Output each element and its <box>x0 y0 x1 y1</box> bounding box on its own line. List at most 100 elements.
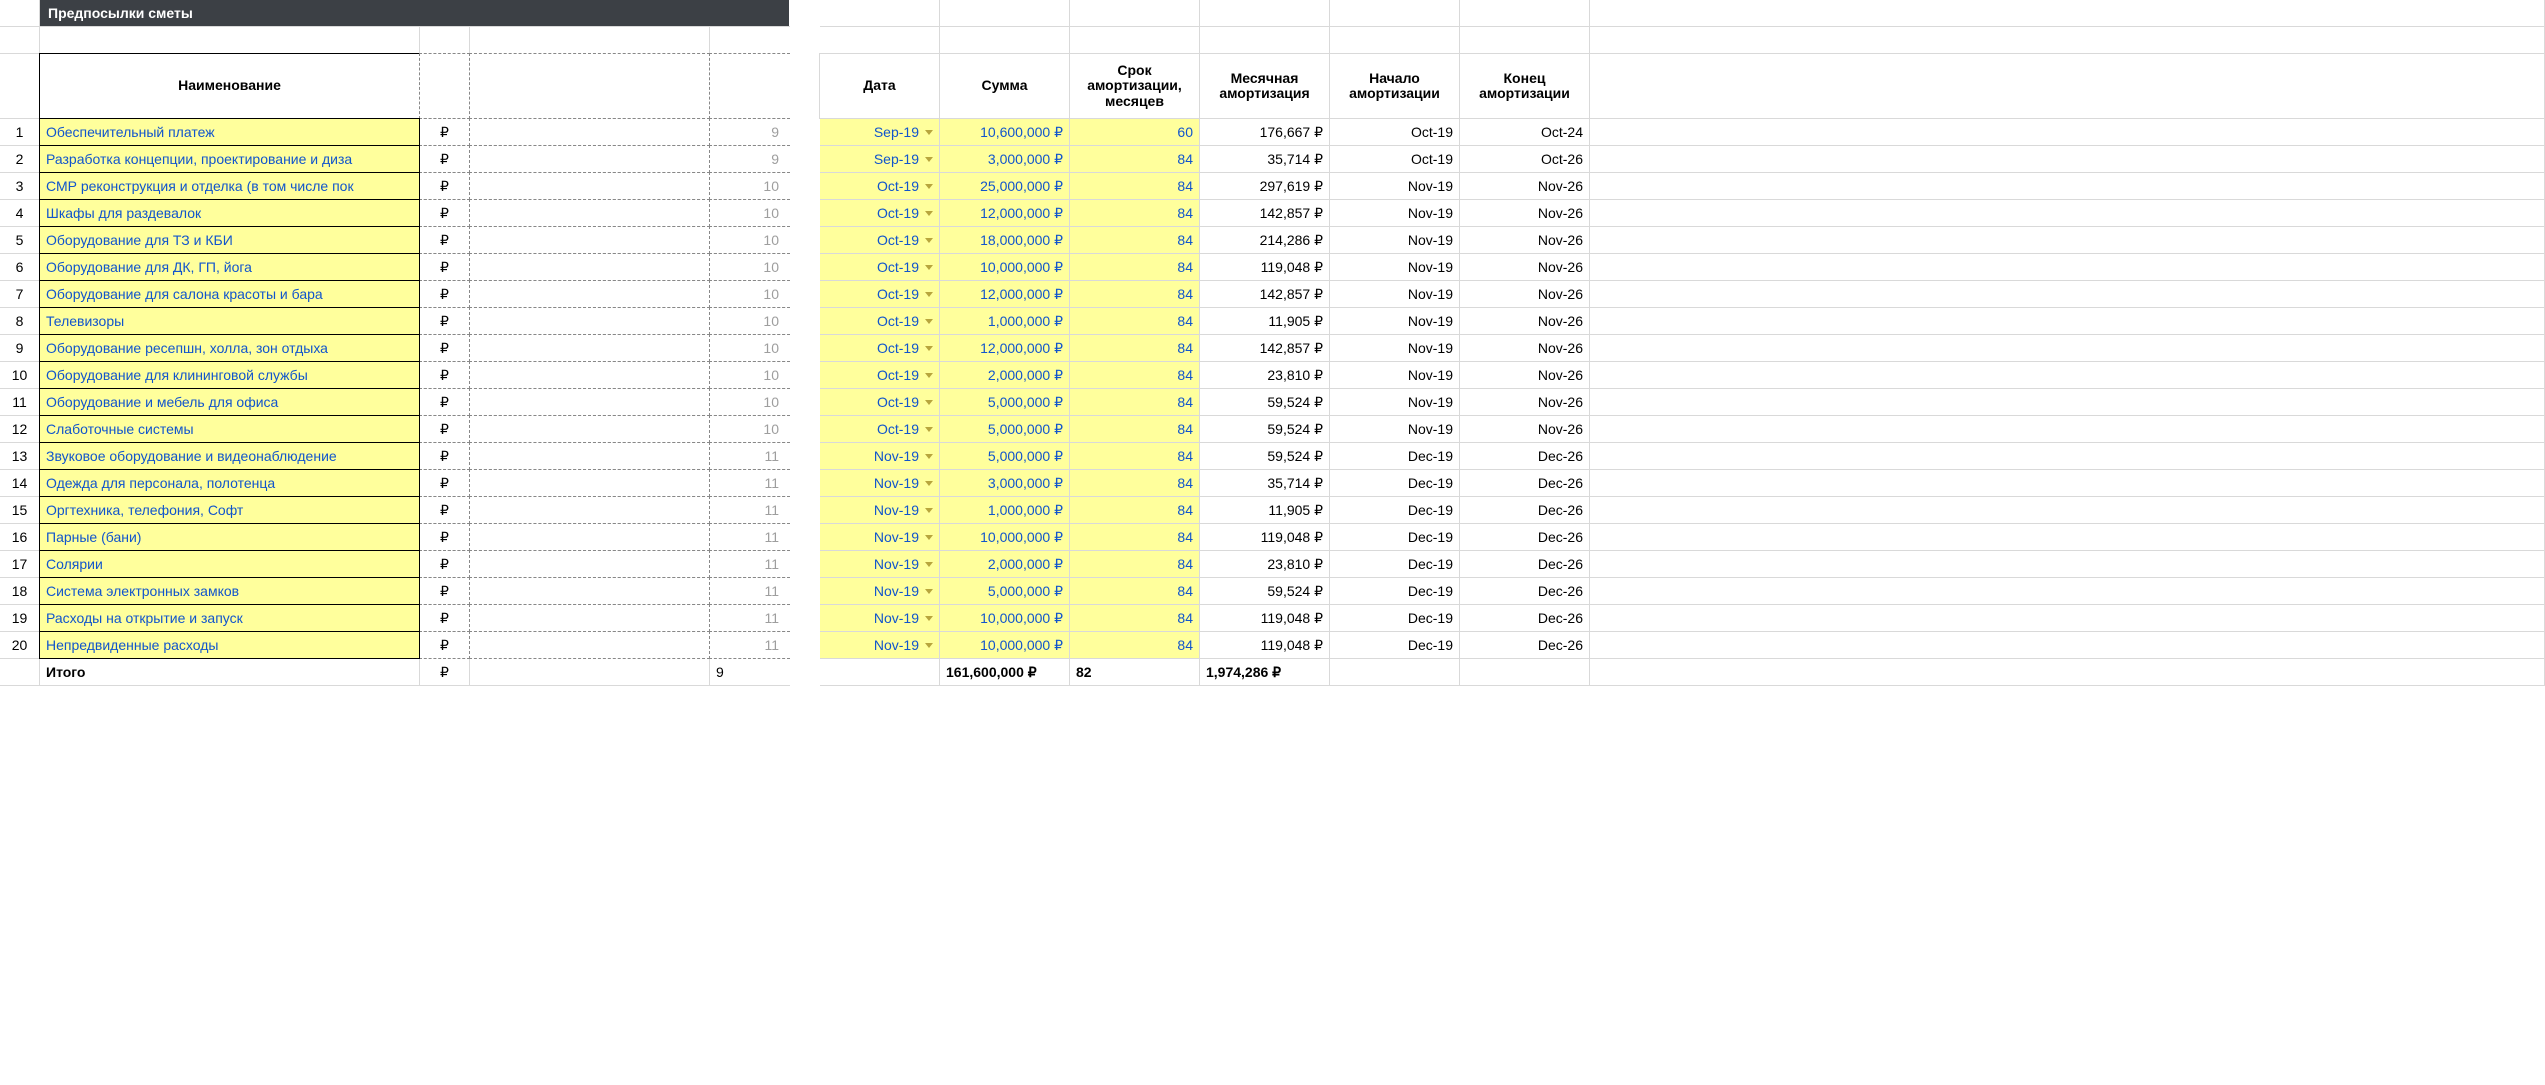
end-cell[interactable]: Dec-26 <box>1460 470 1590 497</box>
term-cell[interactable]: 60 <box>1070 119 1200 146</box>
term-cell[interactable]: 84 <box>1070 281 1200 308</box>
blank-cell[interactable] <box>469 253 710 281</box>
monthly-amort-cell[interactable]: 176,667 ₽ <box>1200 119 1330 146</box>
month-index[interactable]: 10 <box>709 334 790 362</box>
item-name[interactable]: Система электронных замков <box>39 577 420 605</box>
end-cell[interactable]: Nov-26 <box>1460 227 1590 254</box>
term-cell[interactable]: 84 <box>1070 632 1200 659</box>
amount-cell[interactable]: 1,000,000 ₽ <box>940 497 1070 524</box>
end-cell[interactable]: Oct-24 <box>1460 119 1590 146</box>
term-cell[interactable]: 84 <box>1070 551 1200 578</box>
currency-cell[interactable]: ₽ <box>419 415 470 443</box>
month-index[interactable]: 10 <box>709 226 790 254</box>
date-cell[interactable]: Oct-19 <box>820 200 940 227</box>
currency-cell[interactable]: ₽ <box>419 226 470 254</box>
blank-cell[interactable] <box>469 145 710 173</box>
term-cell[interactable]: 84 <box>1070 578 1200 605</box>
currency-cell[interactable]: ₽ <box>419 523 470 551</box>
end-cell[interactable]: Nov-26 <box>1460 281 1590 308</box>
date-cell[interactable]: Oct-19 <box>820 416 940 443</box>
date-cell[interactable]: Nov-19 <box>820 524 940 551</box>
month-index[interactable]: 10 <box>709 388 790 416</box>
dropdown-icon[interactable] <box>925 589 933 594</box>
amount-cell[interactable]: 12,000,000 ₽ <box>940 335 1070 362</box>
currency-cell[interactable]: ₽ <box>419 307 470 335</box>
term-cell[interactable]: 84 <box>1070 470 1200 497</box>
dropdown-icon[interactable] <box>925 130 933 135</box>
item-name[interactable]: Слаботочные системы <box>39 415 420 443</box>
date-cell[interactable]: Sep-19 <box>820 119 940 146</box>
date-cell[interactable]: Nov-19 <box>820 578 940 605</box>
blank-cell[interactable] <box>469 388 710 416</box>
date-cell[interactable]: Nov-19 <box>820 632 940 659</box>
start-cell[interactable]: Dec-19 <box>1330 443 1460 470</box>
term-cell[interactable]: 84 <box>1070 200 1200 227</box>
dropdown-icon[interactable] <box>925 319 933 324</box>
start-cell[interactable]: Dec-19 <box>1330 578 1460 605</box>
monthly-amort-cell[interactable]: 35,714 ₽ <box>1200 146 1330 173</box>
end-cell[interactable]: Dec-26 <box>1460 443 1590 470</box>
month-index[interactable]: 11 <box>709 604 790 632</box>
dropdown-icon[interactable] <box>925 400 933 405</box>
item-name[interactable]: Телевизоры <box>39 307 420 335</box>
item-name[interactable]: Расходы на открытие и запуск <box>39 604 420 632</box>
month-index[interactable]: 9 <box>709 118 790 146</box>
amount-cell[interactable]: 3,000,000 ₽ <box>940 146 1070 173</box>
date-cell[interactable]: Oct-19 <box>820 254 940 281</box>
amount-cell[interactable]: 10,000,000 ₽ <box>940 632 1070 659</box>
date-cell[interactable]: Oct-19 <box>820 281 940 308</box>
month-index[interactable]: 11 <box>709 550 790 578</box>
monthly-amort-cell[interactable]: 142,857 ₽ <box>1200 335 1330 362</box>
monthly-amort-cell[interactable]: 11,905 ₽ <box>1200 497 1330 524</box>
currency-cell[interactable]: ₽ <box>419 199 470 227</box>
item-name[interactable]: Оборудование для салона красоты и бара <box>39 280 420 308</box>
amount-cell[interactable]: 25,000,000 ₽ <box>940 173 1070 200</box>
currency-cell[interactable]: ₽ <box>419 253 470 281</box>
month-index[interactable]: 11 <box>709 631 790 659</box>
dropdown-icon[interactable] <box>925 211 933 216</box>
currency-cell[interactable]: ₽ <box>419 496 470 524</box>
term-cell[interactable]: 84 <box>1070 254 1200 281</box>
item-name[interactable]: Разработка концепции, проектирование и д… <box>39 145 420 173</box>
date-cell[interactable]: Nov-19 <box>820 551 940 578</box>
month-index[interactable]: 10 <box>709 172 790 200</box>
dropdown-icon[interactable] <box>925 346 933 351</box>
month-index[interactable]: 11 <box>709 496 790 524</box>
blank-cell[interactable] <box>469 172 710 200</box>
date-cell[interactable]: Oct-19 <box>820 389 940 416</box>
month-index[interactable]: 10 <box>709 307 790 335</box>
date-cell[interactable]: Nov-19 <box>820 443 940 470</box>
start-cell[interactable]: Dec-19 <box>1330 632 1460 659</box>
month-index[interactable]: 11 <box>709 469 790 497</box>
date-cell[interactable]: Nov-19 <box>820 470 940 497</box>
item-name[interactable]: Оборудование для ДК, ГП, йога <box>39 253 420 281</box>
dropdown-icon[interactable] <box>925 616 933 621</box>
start-cell[interactable]: Dec-19 <box>1330 551 1460 578</box>
currency-cell[interactable]: ₽ <box>419 550 470 578</box>
end-cell[interactable]: Dec-26 <box>1460 632 1590 659</box>
monthly-amort-cell[interactable]: 119,048 ₽ <box>1200 524 1330 551</box>
blank-cell[interactable] <box>469 280 710 308</box>
blank-cell[interactable] <box>469 199 710 227</box>
spreadsheet-grid[interactable]: Предпосылки сметыНаименованиеДатаСуммаСр… <box>0 0 2545 686</box>
start-cell[interactable]: Nov-19 <box>1330 389 1460 416</box>
start-cell[interactable]: Dec-19 <box>1330 497 1460 524</box>
start-cell[interactable]: Dec-19 <box>1330 605 1460 632</box>
end-cell[interactable]: Nov-26 <box>1460 308 1590 335</box>
monthly-amort-cell[interactable]: 11,905 ₽ <box>1200 308 1330 335</box>
amount-cell[interactable]: 18,000,000 ₽ <box>940 227 1070 254</box>
term-cell[interactable]: 84 <box>1070 362 1200 389</box>
monthly-amort-cell[interactable]: 23,810 ₽ <box>1200 362 1330 389</box>
date-cell[interactable]: Oct-19 <box>820 227 940 254</box>
end-cell[interactable]: Nov-26 <box>1460 200 1590 227</box>
dropdown-icon[interactable] <box>925 454 933 459</box>
item-name[interactable]: Оборудование для клининговой службы <box>39 361 420 389</box>
start-cell[interactable]: Oct-19 <box>1330 146 1460 173</box>
blank-cell[interactable] <box>469 496 710 524</box>
dropdown-icon[interactable] <box>925 481 933 486</box>
currency-cell[interactable]: ₽ <box>419 361 470 389</box>
blank-cell[interactable] <box>469 307 710 335</box>
currency-cell[interactable]: ₽ <box>419 604 470 632</box>
end-cell[interactable]: Nov-26 <box>1460 254 1590 281</box>
dropdown-icon[interactable] <box>925 643 933 648</box>
